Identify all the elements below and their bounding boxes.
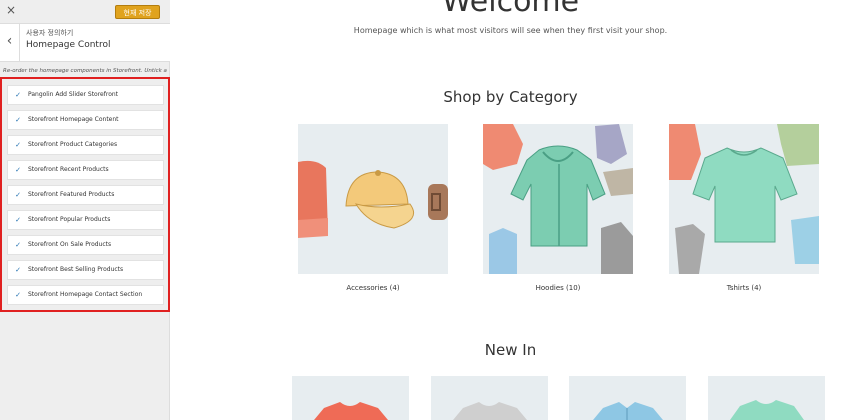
category-heading: Shop by Category — [443, 88, 578, 106]
component-label: Storefront Homepage Contact Section — [28, 291, 143, 298]
close-icon[interactable]: × — [6, 3, 16, 17]
component-item[interactable]: ✓ Storefront Popular Products — [7, 210, 164, 230]
component-label: Storefront On Sale Products — [28, 241, 112, 248]
back-button[interactable]: ‹ — [0, 24, 20, 61]
component-label: Pangolin Add Slider Storefront — [28, 91, 119, 98]
category-caption[interactable]: Hoodies (10) — [483, 284, 633, 292]
section-breadcrumb: 사용자 정의하기 — [26, 29, 74, 37]
checkbox[interactable]: ✓ — [14, 91, 22, 99]
checkbox[interactable]: ✓ — [14, 166, 22, 174]
publish-button[interactable]: 현재 저장 — [115, 5, 160, 19]
component-item[interactable]: ✓ Storefront Homepage Content — [7, 110, 164, 130]
checkbox[interactable]: ✓ — [14, 216, 22, 224]
component-item[interactable]: ✓ Pangolin Add Slider Storefront — [7, 85, 164, 105]
category-caption[interactable]: Tshirts (4) — [669, 284, 819, 292]
new-in-heading: New In — [484, 341, 537, 359]
component-item[interactable]: ✓ Storefront Product Categories — [7, 135, 164, 155]
customizer-sidebar: × 현재 저장 ‹ 사용자 정의하기 Homepage Control Re-o… — [0, 0, 170, 420]
section-description: Re-order the homepage components in Stor… — [3, 68, 168, 74]
component-label: Storefront Product Categories — [28, 141, 118, 148]
checkbox[interactable]: ✓ — [14, 191, 22, 199]
product-image[interactable] — [292, 376, 409, 420]
component-item[interactable]: ✓ Storefront Recent Products — [7, 160, 164, 180]
product-image[interactable] — [708, 376, 825, 420]
component-item[interactable]: ✓ Storefront Homepage Contact Section — [7, 285, 164, 305]
category-image-tshirts[interactable] — [669, 124, 819, 274]
customizer-topbar: × 현재 저장 — [0, 0, 170, 24]
product-image[interactable] — [431, 376, 548, 420]
component-item[interactable]: ✓ Storefront Featured Products — [7, 185, 164, 205]
section-header: ‹ 사용자 정의하기 Homepage Control — [0, 24, 170, 62]
component-label: Storefront Featured Products — [28, 191, 115, 198]
checkbox[interactable]: ✓ — [14, 116, 22, 124]
category-image-hoodies[interactable] — [483, 124, 633, 274]
site-preview: Welcome Homepage which is what most visi… — [170, 0, 851, 420]
checkbox[interactable]: ✓ — [14, 241, 22, 249]
category-caption[interactable]: Accessories (4) — [298, 284, 448, 292]
page-title: Welcome — [441, 0, 580, 19]
component-item[interactable]: ✓ Storefront Best Selling Products — [7, 260, 164, 280]
category-image-accessories[interactable] — [298, 124, 448, 274]
component-label: Storefront Homepage Content — [28, 116, 119, 123]
product-image[interactable] — [569, 376, 686, 420]
component-item[interactable]: ✓ Storefront On Sale Products — [7, 235, 164, 255]
component-label: Storefront Recent Products — [28, 166, 109, 173]
section-title: Homepage Control — [26, 40, 111, 50]
component-label: Storefront Best Selling Products — [28, 266, 124, 273]
checkbox[interactable]: ✓ — [14, 291, 22, 299]
page-subtitle: Homepage which is what most visitors wil… — [353, 26, 668, 35]
component-label: Storefront Popular Products — [28, 216, 111, 223]
checkbox[interactable]: ✓ — [14, 141, 22, 149]
checkbox[interactable]: ✓ — [14, 266, 22, 274]
component-list: ✓ Pangolin Add Slider Storefront ✓ Store… — [0, 77, 170, 312]
